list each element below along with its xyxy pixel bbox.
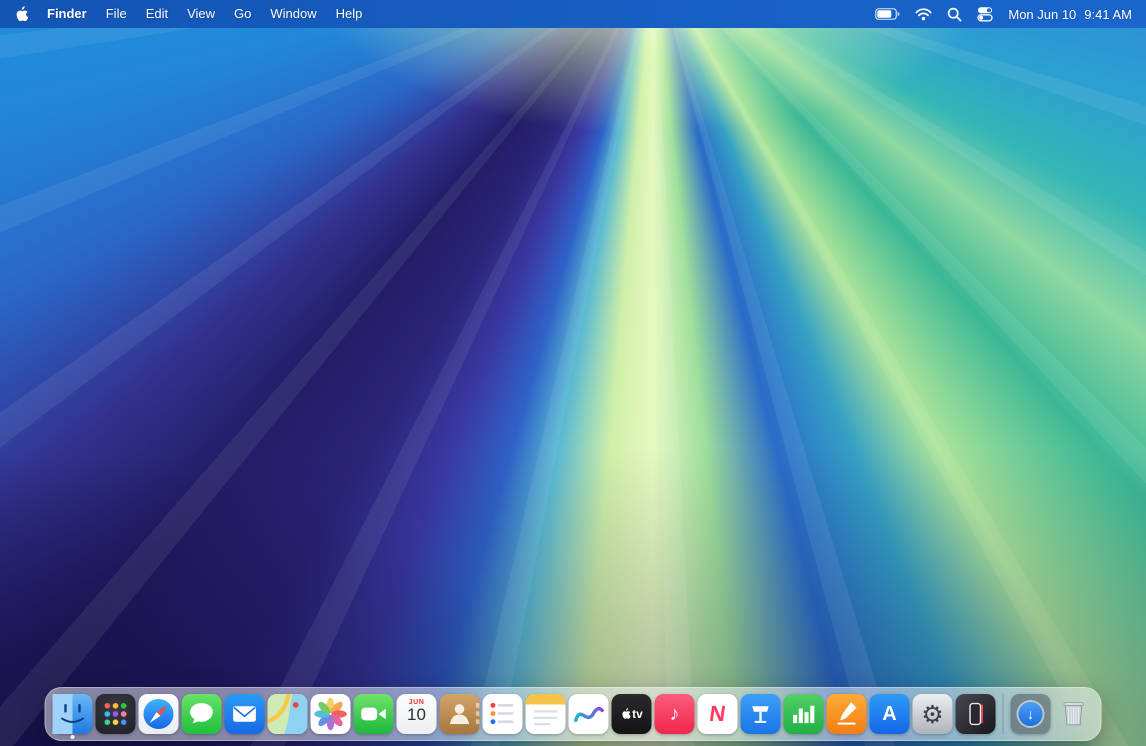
dock-item-calendar[interactable]: JUN 10: [397, 694, 437, 734]
dock-item-numbers[interactable]: [784, 694, 824, 734]
dock-item-app-store[interactable]: A: [870, 694, 910, 734]
apple-logo-icon: [14, 6, 28, 23]
dock-item-downloads[interactable]: ↓: [1011, 694, 1051, 734]
search-icon: [947, 7, 962, 22]
dock-item-iphone-mirroring[interactable]: [956, 694, 996, 734]
dock-separator: [1003, 693, 1004, 735]
photos-icon: [311, 694, 351, 734]
tv-label: tv: [632, 707, 643, 721]
dock-item-freeform[interactable]: [569, 694, 609, 734]
dock-item-maps[interactable]: [268, 694, 308, 734]
wifi-status[interactable]: [915, 8, 932, 21]
apple-tv-logo: tv: [620, 707, 643, 721]
mail-icon: [225, 694, 265, 734]
dock-item-contacts[interactable]: [440, 694, 480, 734]
battery-icon: [875, 8, 900, 20]
menu-bar-left: Finder File Edit View Go Window Help: [14, 0, 362, 28]
date-label: Mon Jun 10: [1008, 7, 1076, 22]
dock-item-safari[interactable]: [139, 694, 179, 734]
menu-item-window[interactable]: Window: [270, 0, 316, 28]
time-label: 9:41 AM: [1084, 7, 1132, 22]
menu-item-go[interactable]: Go: [234, 0, 251, 28]
safari-icon: [139, 694, 179, 734]
dock-item-trash[interactable]: [1054, 694, 1094, 734]
menu-bar-status-area: Mon Jun 10 9:41 AM: [875, 6, 1132, 22]
spotlight-search[interactable]: [947, 7, 962, 22]
dock-item-reminders[interactable]: [483, 694, 523, 734]
menu-bar-clock[interactable]: Mon Jun 10 9:41 AM: [1008, 7, 1132, 22]
dock-item-music[interactable]: ♪: [655, 694, 695, 734]
menu-item-file[interactable]: File: [106, 0, 127, 28]
maps-icon: [268, 694, 308, 734]
pages-icon: [827, 694, 867, 734]
messages-icon: [182, 694, 222, 734]
apple-logo-small-icon: [620, 708, 630, 720]
desktop[interactable]: Finder File Edit View Go Window Help: [0, 0, 1146, 746]
menu-bar: Finder File Edit View Go Window Help: [0, 0, 1146, 28]
notes-icon: [526, 694, 566, 734]
dock-item-finder[interactable]: [53, 694, 93, 734]
dock-item-keynote[interactable]: [741, 694, 781, 734]
dock-item-news[interactable]: N: [698, 694, 738, 734]
dock-item-facetime[interactable]: [354, 694, 394, 734]
desktop-wallpaper[interactable]: [0, 0, 1146, 746]
dock-item-system-settings[interactable]: ⚙: [913, 694, 953, 734]
control-center-icon: [977, 6, 993, 22]
apple-menu[interactable]: [14, 6, 28, 23]
news-logo-icon: N: [708, 703, 727, 725]
iphone-mirroring-icon: [956, 694, 996, 734]
music-note-icon: ♪: [670, 704, 680, 724]
numbers-icon: [784, 694, 824, 734]
keynote-icon: [741, 694, 781, 734]
finder-icon: [53, 694, 93, 734]
control-center[interactable]: [977, 6, 993, 22]
contacts-icon: [440, 694, 480, 734]
dock-item-pages[interactable]: [827, 694, 867, 734]
wifi-icon: [915, 8, 932, 21]
download-arrow-glyph: ↓: [1027, 707, 1034, 721]
menu-item-edit[interactable]: Edit: [146, 0, 168, 28]
download-arrow-icon: ↓: [1019, 702, 1043, 726]
dock-item-tv[interactable]: tv: [612, 694, 652, 734]
calendar-day-label: 10: [407, 706, 426, 725]
battery-status[interactable]: [875, 8, 900, 20]
dock: JUN 10: [45, 687, 1102, 741]
app-store-logo-icon: A: [882, 704, 896, 724]
dock-item-messages[interactable]: [182, 694, 222, 734]
trash-icon: [1054, 694, 1094, 734]
launchpad-icon: [96, 694, 136, 734]
dock-item-notes[interactable]: [526, 694, 566, 734]
dock-item-mail[interactable]: [225, 694, 265, 734]
gear-icon: ⚙: [921, 702, 943, 727]
dock-item-launchpad[interactable]: [96, 694, 136, 734]
menu-item-help[interactable]: Help: [336, 0, 363, 28]
menu-item-view[interactable]: View: [187, 0, 215, 28]
running-indicator-dot: [71, 735, 75, 739]
menu-item-finder[interactable]: Finder: [47, 0, 87, 28]
reminders-icon: [483, 694, 523, 734]
freeform-icon: [569, 694, 609, 734]
dock-item-photos[interactable]: [311, 694, 351, 734]
facetime-icon: [354, 694, 394, 734]
